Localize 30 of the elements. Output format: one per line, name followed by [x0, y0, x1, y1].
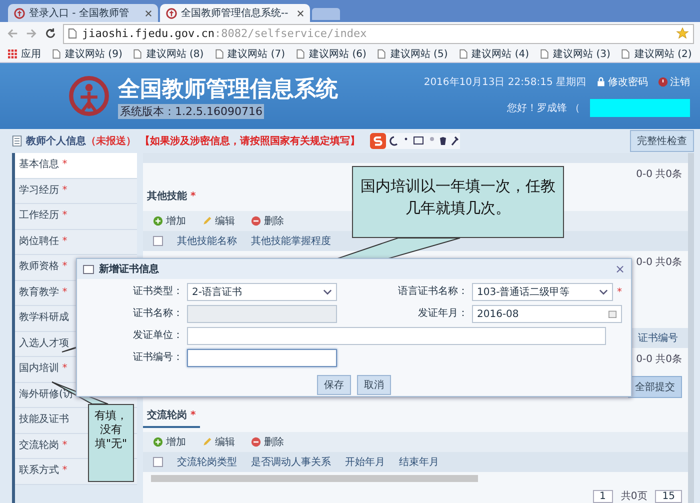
version-text: 系统版本：1.2.5.16090716: [118, 104, 264, 118]
field-label: 证书编号：: [132, 350, 184, 365]
section-title: 其他技能 *: [146, 190, 197, 204]
page-heading: 教师个人信息（未报送）: [26, 134, 136, 148]
page-count-text: 共0页: [620, 490, 648, 503]
system-title: 全国教师管理信息系统: [118, 76, 338, 104]
field-label: 证书名称：: [132, 306, 184, 321]
column-header: 开始年月: [345, 456, 385, 469]
field-label: 语言证书名称：: [397, 284, 469, 299]
greeting-text: 您好！罗成锋 （: [506, 102, 580, 115]
column-header: 交流轮岗类型: [177, 456, 237, 469]
required-mark: *: [617, 286, 622, 298]
callout-tooltip: 有填，没有填"无": [88, 404, 134, 482]
column-header: 证书编号: [638, 332, 678, 345]
column-header: 其他技能名称: [177, 234, 237, 248]
field-label: 证书类型：: [132, 284, 184, 299]
pager-text: 0-0 共0条: [636, 256, 682, 269]
pager-text: 0-0 共0条: [636, 168, 682, 181]
pager-text: 0-0 共0条: [636, 352, 682, 366]
column-header: 其他技能掌握程度: [251, 234, 331, 248]
date-time-text: 2016年10月13日 22:58:15 星期四: [424, 76, 586, 89]
callout-tooltip: 国内培训以一年填一次，任教几年就填几次。: [352, 166, 564, 238]
field-label: 发证单位：: [132, 328, 184, 343]
column-header: 结束年月: [399, 456, 439, 469]
column-header: 是否调动人事关系: [251, 456, 331, 469]
notice-text: 【如果涉及涉密信息，请按照国家有关规定填写】: [140, 134, 360, 148]
section-title: 交流轮岗 *: [143, 404, 200, 428]
dialog-title: 新增证书信息: [99, 262, 159, 276]
url-text: jiaoshi.fjedu.gov.cn:8082/selfservice/index: [82, 27, 367, 40]
field-label: 发证年月：: [417, 307, 469, 321]
